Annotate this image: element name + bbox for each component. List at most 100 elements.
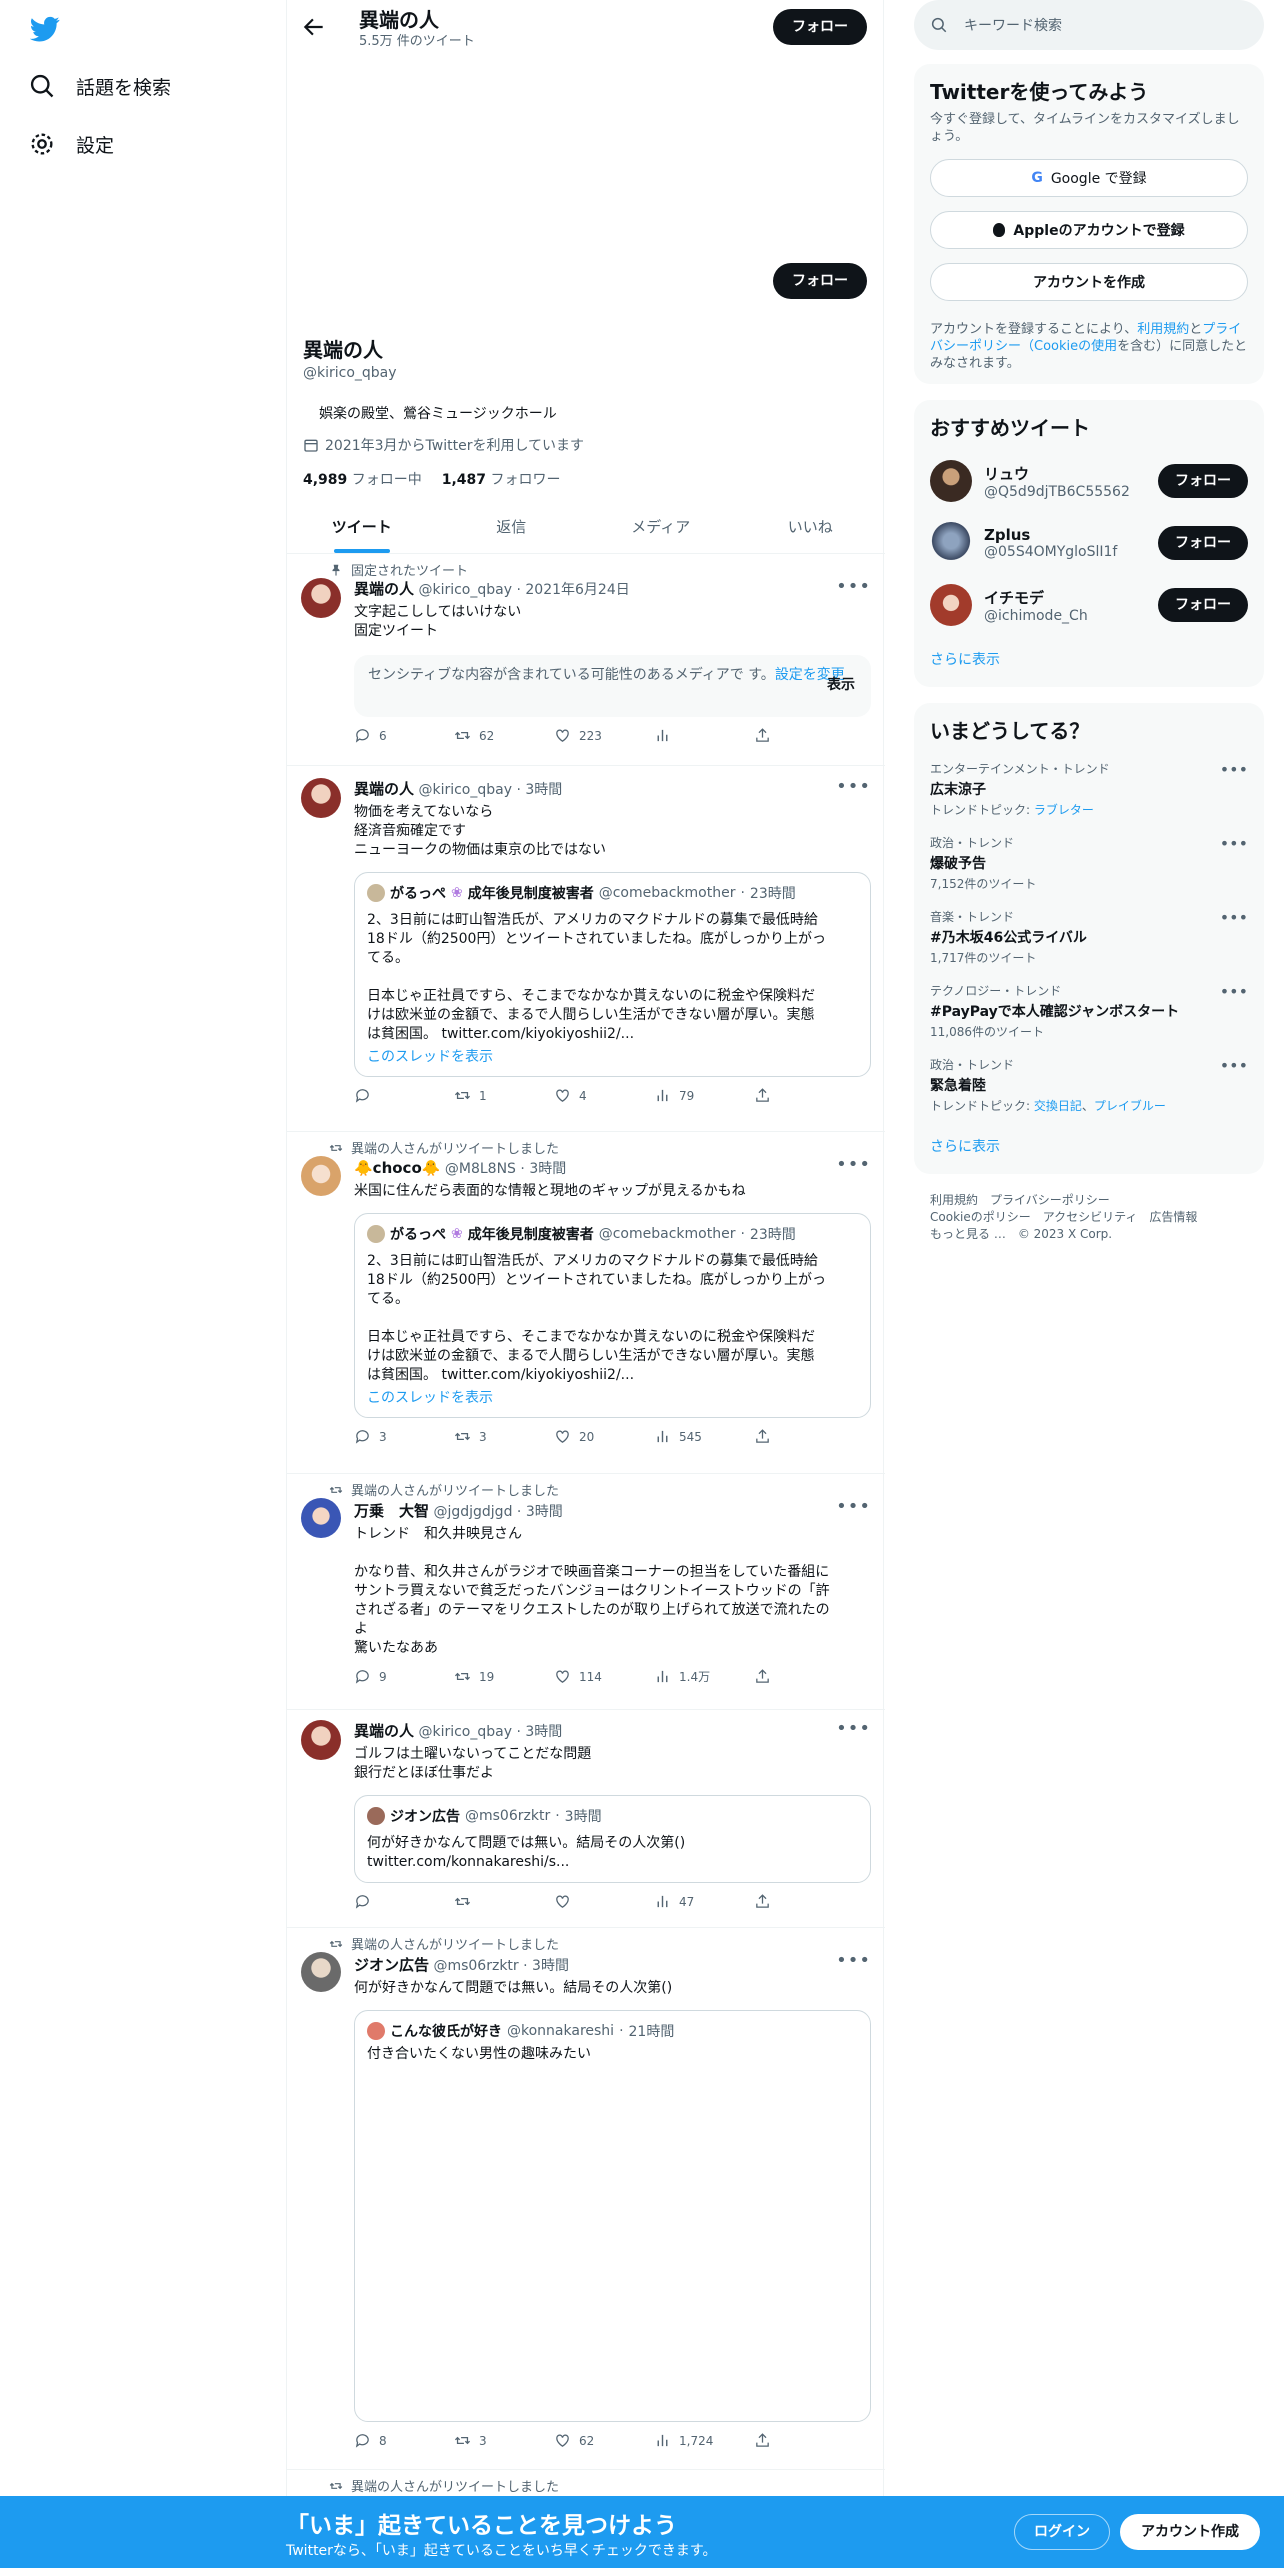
back-arrow-icon[interactable]	[301, 14, 327, 40]
avatar[interactable]	[301, 578, 341, 618]
tweet-handle[interactable]: @kirico_qbay	[418, 782, 512, 798]
tweet-author[interactable]: 🐥choco🐥	[354, 1159, 440, 1177]
header-follow-button[interactable]: フォロー	[773, 9, 867, 45]
like-button[interactable]: 20	[554, 1428, 654, 1445]
tweet-time[interactable]: 3時間	[525, 1724, 562, 1740]
tweet-item[interactable]: ••• 異端の人 @kirico_qbay · 3時間 物価を考えてないなら 経…	[287, 766, 885, 1132]
share-button[interactable]	[754, 1668, 771, 1685]
tab-tweets[interactable]: ツイート	[287, 502, 437, 553]
apple-signup-button[interactable]: Appleのアカウントで登録	[930, 211, 1248, 249]
avatar[interactable]	[301, 1156, 341, 1196]
following-link[interactable]: 4,989 フォロー中	[303, 469, 422, 489]
retweet-button[interactable]: 1	[454, 1087, 554, 1104]
footer-line[interactable]: Cookieのポリシー アクセシビリティ 広告情報	[930, 1209, 1264, 1226]
profile-follow-button[interactable]: フォロー	[773, 263, 867, 299]
retweet-button[interactable]: 3	[454, 1428, 554, 1445]
tweet-author[interactable]: 異端の人	[354, 780, 414, 798]
follow-button[interactable]: フォロー	[1158, 464, 1248, 498]
quoted-tweet[interactable]: ジオン広告 @ms06rzktr · 3時間 何が好きかなんて問題では無い。結局…	[354, 1795, 871, 1883]
like-button[interactable]: 4	[554, 1087, 654, 1104]
share-button[interactable]	[754, 727, 771, 744]
tweet-handle[interactable]: @kirico_qbay	[418, 1724, 512, 1740]
tweet-item[interactable]: 異端の人さんがリツイートしました ••• ジオン広告 @ms06rzktr · …	[287, 1928, 885, 2470]
quoted-tweet[interactable]: がるっぺ ❀ 成年後見制度被害者 @comebackmother · 23時間 2、…	[354, 1213, 871, 1418]
terms-link[interactable]: 利用規約	[1137, 322, 1189, 337]
avatar[interactable]	[301, 778, 341, 818]
share-button[interactable]	[754, 1893, 771, 1910]
tweet-author[interactable]: ジオン広告	[354, 1956, 429, 1974]
like-button[interactable]: 62	[554, 2432, 654, 2449]
show-thread-link[interactable]: このスレッドを表示	[367, 1387, 858, 1407]
views-button[interactable]: 545	[654, 1428, 754, 1445]
google-signup-button[interactable]: G Google で登録	[930, 159, 1248, 197]
avatar[interactable]	[301, 1720, 341, 1760]
more-icon[interactable]: •••	[1220, 1056, 1248, 1075]
recommend-more-link[interactable]: さらに表示	[930, 649, 1248, 669]
tweet-item[interactable]: 固定されたツイート ••• 異端の人 @kirico_qbay · 2021年6…	[287, 554, 885, 766]
nav-explore[interactable]: 話題を検索	[28, 66, 171, 106]
more-icon[interactable]: •••	[1220, 834, 1248, 853]
tweet-time[interactable]: 3時間	[525, 782, 562, 798]
views-button[interactable]: 1,724	[654, 2432, 754, 2449]
reply-button[interactable]: 8	[354, 2432, 454, 2449]
create-account-button[interactable]: アカウントを作成	[930, 263, 1248, 301]
trend-topic-link[interactable]: ラブレター	[1034, 803, 1094, 817]
recommend-user[interactable]: イチモデ @ichimode_Ch フォロー	[930, 583, 1248, 627]
tweet-item[interactable]: ••• 異端の人 @kirico_qbay · 3時間 ゴルフは土曜いないってこ…	[287, 1710, 885, 1928]
quoted-tweet[interactable]: がるっぺ ❀ 成年後見制度被害者 @comebackmother · 23時間 2、…	[354, 872, 871, 1077]
tab-replies[interactable]: 返信	[437, 502, 587, 553]
reply-button[interactable]: 3	[354, 1428, 454, 1445]
tweet-time[interactable]: 3時間	[526, 1504, 563, 1520]
trend-item[interactable]: テクノロジー・トレンド #PayPayで本人確認ジャンボスタート 11,086件のツ…	[930, 982, 1248, 1040]
tweet-author[interactable]: 異端の人	[354, 1722, 414, 1740]
tweet-handle[interactable]: @M8L8NS	[445, 1161, 516, 1177]
retweet-button[interactable]: 3	[454, 2432, 554, 2449]
quoted-tweet[interactable]: こんな彼氏が好き @konnakareshi · 21時間 付き合いたくない男性…	[354, 2010, 871, 2422]
trend-item[interactable]: 政治・トレンド 緊急着陸 トレンドトピック: 交換日記、プレイブルー •••	[930, 1056, 1248, 1114]
tab-likes[interactable]: いいね	[736, 502, 886, 553]
tweet-time[interactable]: 3時間	[532, 1958, 569, 1974]
reply-button[interactable]	[354, 1087, 454, 1104]
trend-item[interactable]: 政治・トレンド 爆破予告 7,152件のツイート •••	[930, 834, 1248, 892]
avatar[interactable]	[301, 1952, 341, 1992]
tweet-time[interactable]: 3時間	[529, 1161, 566, 1177]
recommend-user[interactable]: リュウ @Q5d9djTB6C55562 フォロー	[930, 459, 1248, 503]
like-button[interactable]: 114	[554, 1668, 654, 1685]
tweet-handle[interactable]: @jgdjgdjgd	[433, 1504, 512, 1520]
trends-more-link[interactable]: さらに表示	[930, 1136, 1248, 1156]
trend-topic-link[interactable]: プレイブルー	[1094, 1099, 1166, 1113]
signup-button[interactable]: アカウント作成	[1120, 2514, 1260, 2550]
views-button[interactable]	[654, 727, 754, 744]
tweet-handle[interactable]: @kirico_qbay	[418, 582, 512, 598]
recommend-user[interactable]: Zplus @05S4OMYgloSlI1f フォロー	[930, 521, 1248, 565]
share-button[interactable]	[754, 1428, 771, 1445]
reply-button[interactable]	[354, 1893, 454, 1910]
show-thread-link[interactable]: このスレッドを表示	[367, 1046, 858, 1066]
share-button[interactable]	[754, 2432, 771, 2449]
retweet-button[interactable]: 19	[454, 1668, 554, 1685]
like-button[interactable]	[554, 1893, 654, 1910]
reply-button[interactable]: 6	[354, 727, 454, 744]
like-button[interactable]: 223	[554, 727, 654, 744]
footer-line[interactable]: もっと見る … © 2023 X Corp.	[930, 1226, 1264, 1243]
share-button[interactable]	[754, 1087, 771, 1104]
search-input[interactable]: キーワード検索	[914, 0, 1264, 50]
trend-item[interactable]: 音楽・トレンド #乃木坂46公式ライバル 1,717件のツイート •••	[930, 908, 1248, 966]
footer-line[interactable]: 利用規約 プライバシーポリシー	[930, 1192, 1264, 1209]
tweet-handle[interactable]: @ms06rzktr	[433, 1958, 518, 1974]
more-icon[interactable]: •••	[1220, 982, 1248, 1001]
followers-link[interactable]: 1,487 フォロワー	[442, 469, 561, 489]
cookie-link[interactable]: （Cookieの使用	[1021, 339, 1117, 354]
tab-media[interactable]: メディア	[586, 502, 736, 553]
retweet-button[interactable]: 62	[454, 727, 554, 744]
more-icon[interactable]: •••	[1220, 760, 1248, 779]
login-button[interactable]: ログイン	[1014, 2514, 1110, 2550]
tweet-item[interactable]: 異端の人さんがリツイートしました ••• 🐥choco🐥 @M8L8NS · 3…	[287, 1132, 885, 1474]
views-button[interactable]: 1.4万	[654, 1668, 754, 1685]
retweet-button[interactable]	[454, 1893, 554, 1910]
follow-button[interactable]: フォロー	[1158, 526, 1248, 560]
tweet-item[interactable]: 異端の人さんがリツイートしました ••• 万乗 大智 @jgdjgdjgd · …	[287, 1474, 885, 1710]
trend-item[interactable]: エンターテインメント・トレンド 広末涼子 トレンドトピック: ラブレター •••	[930, 760, 1248, 818]
views-button[interactable]: 47	[654, 1893, 754, 1910]
more-icon[interactable]: •••	[1220, 908, 1248, 927]
